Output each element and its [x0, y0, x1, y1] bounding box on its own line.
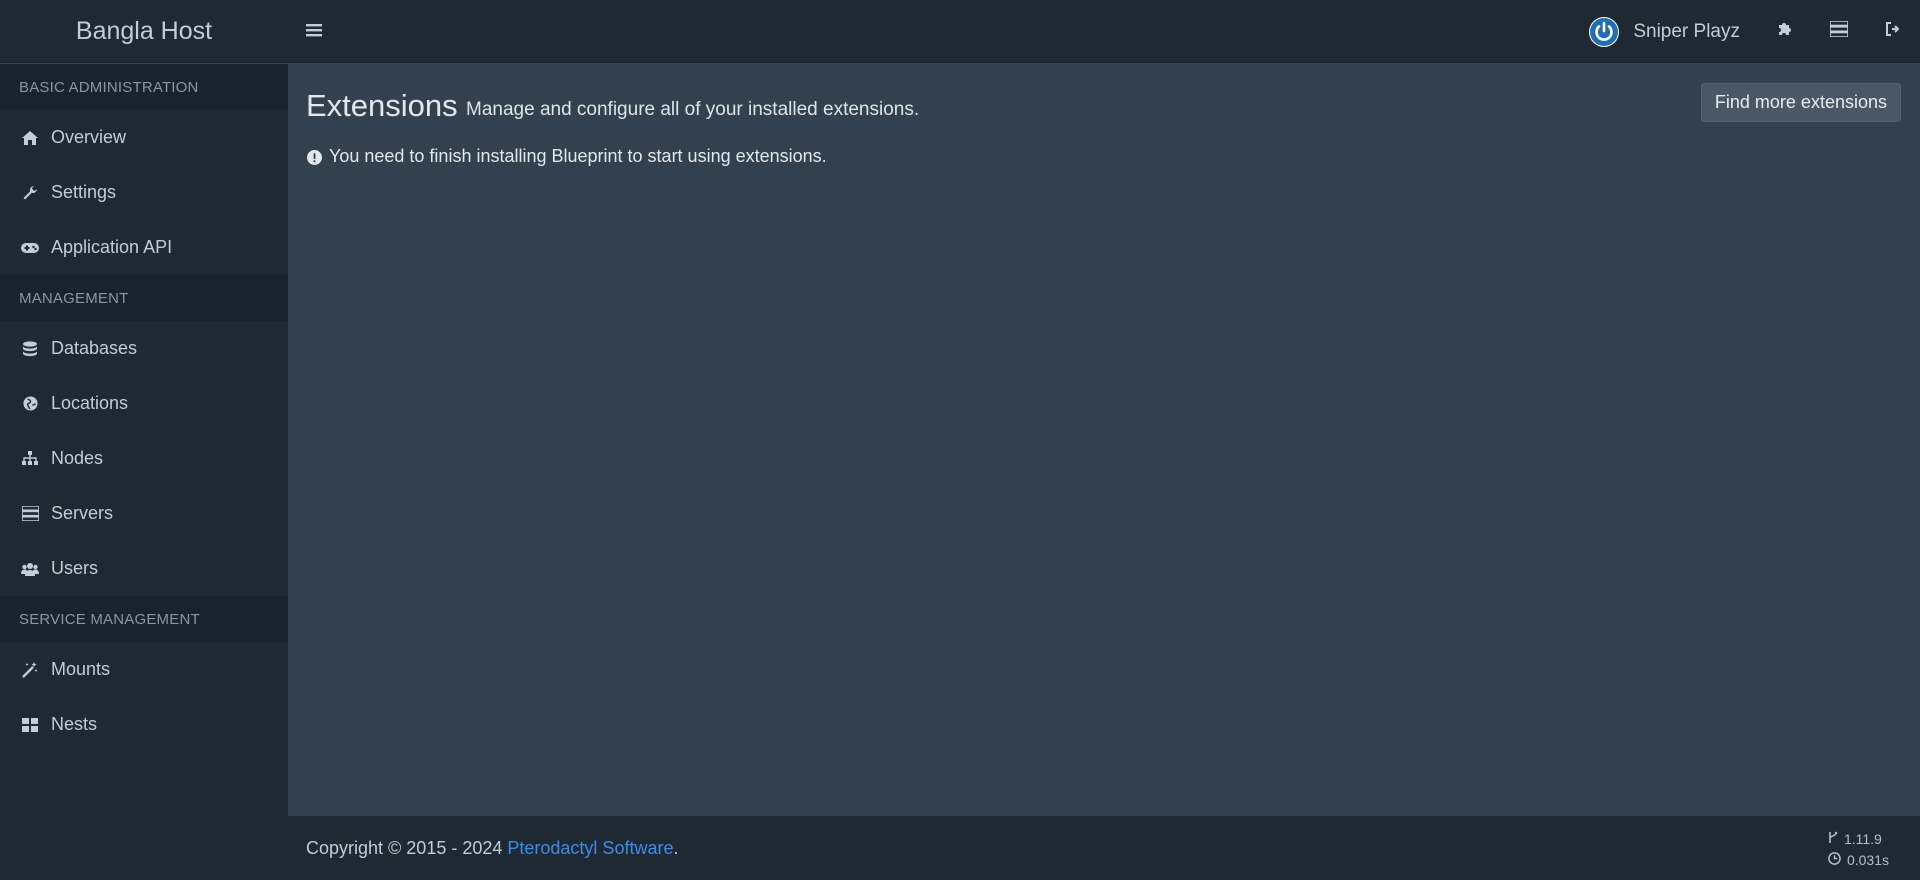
server-icon	[1829, 20, 1849, 42]
page-subtitle: Manage and configure all of your install…	[466, 99, 920, 120]
servers-nav-button[interactable]	[1812, 0, 1866, 63]
hamburger-icon	[306, 23, 322, 42]
sidebar-header-basic-administration: BASIC ADMINISTRATION	[0, 64, 288, 110]
sidebar-item-label: Application API	[51, 237, 173, 257]
version-info: 1.11.9 0.031s	[1828, 828, 1889, 870]
pterodactyl-link[interactable]: Pterodactyl Software	[507, 838, 673, 858]
logout-button[interactable]	[1866, 0, 1920, 63]
sitemap-icon	[21, 450, 39, 468]
sidebar-item-overview[interactable]: Overview	[0, 110, 288, 165]
extensions-nav-button[interactable]	[1758, 0, 1812, 63]
wrench-icon	[21, 184, 39, 202]
avatar	[1589, 16, 1620, 47]
render-time: 0.031s	[1846, 851, 1889, 868]
find-more-extensions-button[interactable]: Find more extensions	[1700, 83, 1901, 122]
gamepad-icon	[21, 239, 39, 257]
users-icon	[21, 560, 39, 578]
sidebar-toggle-button[interactable]	[302, 20, 326, 44]
sidebar-item-mounts[interactable]: Mounts	[0, 642, 288, 697]
navbar-right: Sniper Playz	[1589, 0, 1920, 63]
notice-text: You need to finish installing Blueprint …	[329, 146, 827, 166]
main-content: Extensions Manage and configure all of y…	[288, 64, 1920, 816]
exclamation-circle-icon	[307, 149, 322, 165]
sidebar-item-label: Users	[51, 558, 99, 578]
sidebar-item-users[interactable]: Users	[0, 541, 288, 596]
sidebar-item-databases[interactable]: Databases	[0, 321, 288, 376]
sidebar-item-label: Databases	[51, 338, 138, 358]
sign-out-icon	[1885, 22, 1901, 41]
time-row: 0.031s	[1828, 849, 1889, 870]
code-branch-icon	[1828, 831, 1844, 847]
footer: Copyright © 2015 - 2024 Pterodactyl Soft…	[288, 816, 1920, 880]
top-navbar: Bangla Host Sniper Playz	[0, 0, 1920, 63]
copyright: Copyright © 2015 - 2024 Pterodactyl Soft…	[306, 838, 678, 859]
database-icon	[21, 340, 39, 358]
copyright-prefix: Copyright © 2015 - 2024	[306, 838, 508, 858]
sidebar-item-nodes[interactable]: Nodes	[0, 431, 288, 486]
clock-icon	[1828, 851, 1847, 868]
th-large-icon	[21, 716, 39, 734]
user-name: Sniper Playz	[1633, 20, 1740, 42]
sidebar-item-label: Overview	[51, 127, 127, 147]
puzzle-icon	[1777, 21, 1793, 42]
sidebar-item-nests[interactable]: Nests	[0, 697, 288, 752]
sidebar-item-label: Servers	[51, 503, 114, 523]
version-row: 1.11.9	[1828, 828, 1882, 849]
home-icon	[21, 129, 39, 147]
version-number: 1.11.9	[1843, 830, 1882, 847]
brand-logo[interactable]: Bangla Host	[0, 0, 288, 63]
user-menu[interactable]: Sniper Playz	[1589, 0, 1758, 63]
sidebar-header-service-management: SERVICE MANAGEMENT	[0, 596, 288, 642]
copyright-suffix: .	[673, 838, 679, 858]
sidebar-item-label: Mounts	[51, 659, 111, 679]
sidebar-item-settings[interactable]: Settings	[0, 165, 288, 220]
sidebar-item-servers[interactable]: Servers	[0, 486, 288, 541]
sidebar-item-locations[interactable]: Locations	[0, 376, 288, 431]
magic-icon	[21, 661, 39, 679]
sidebar-item-label: Locations	[51, 393, 129, 413]
sidebar: BASIC ADMINISTRATION Overview Settings A…	[0, 64, 288, 880]
globe-icon	[21, 395, 39, 413]
sidebar-header-management: MANAGEMENT	[0, 275, 288, 321]
sidebar-item-label: Nodes	[51, 448, 104, 468]
sidebar-item-label: Settings	[51, 182, 117, 202]
page-title: Extensions	[306, 88, 458, 123]
sidebar-item-application-api[interactable]: Application API	[0, 220, 288, 275]
blueprint-notice: You need to finish installing Blueprint …	[307, 146, 827, 167]
sidebar-item-label: Nests	[51, 714, 98, 734]
server-icon	[21, 505, 39, 523]
